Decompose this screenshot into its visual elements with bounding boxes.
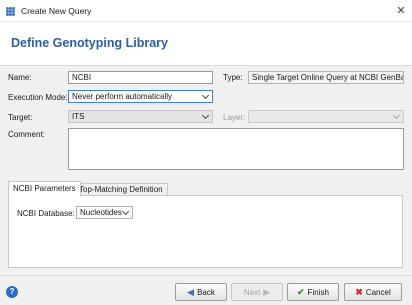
layer-select[interactable] bbox=[248, 110, 404, 123]
chevron-down-icon bbox=[121, 207, 130, 216]
comment-label: Comment: bbox=[8, 130, 45, 139]
close-icon[interactable]: ✕ bbox=[390, 0, 412, 22]
footer-divider bbox=[0, 275, 412, 276]
name-input[interactable]: NCBI bbox=[68, 71, 213, 84]
arrow-left-icon: ◀ bbox=[187, 286, 195, 297]
execution-mode-label: Execution Mode: bbox=[8, 93, 68, 102]
execution-mode-value: Never perform automatically bbox=[72, 92, 173, 101]
back-label: Back bbox=[197, 287, 215, 297]
type-field: Single Target Online Query at NCBI GenBa… bbox=[248, 71, 404, 84]
wizard-header: Define Genotyping Library bbox=[0, 22, 412, 66]
ncbi-database-label: NCBI Database: bbox=[17, 209, 75, 218]
ncbi-database-value: Nucleotides bbox=[80, 208, 122, 217]
help-icon[interactable]: ? bbox=[6, 286, 18, 298]
target-value: ITS bbox=[72, 112, 85, 121]
target-select[interactable]: ITS bbox=[68, 110, 213, 123]
tab-top-matching-definition[interactable]: Top-Matching Definition bbox=[74, 183, 168, 195]
page-title: Define Genotyping Library bbox=[11, 36, 168, 50]
cancel-button[interactable]: ✖ Cancel bbox=[344, 283, 402, 301]
target-label: Target: bbox=[8, 113, 33, 122]
checkmark-icon: ✔ bbox=[297, 286, 305, 297]
comment-textarea[interactable] bbox=[68, 128, 404, 170]
finish-button[interactable]: ✔ Finish bbox=[287, 283, 339, 301]
layer-label: Layer: bbox=[223, 113, 246, 122]
execution-mode-select[interactable]: Never perform automatically bbox=[68, 90, 213, 103]
dots-grid-icon bbox=[6, 7, 15, 16]
chevron-down-icon bbox=[392, 111, 401, 120]
name-label: Name: bbox=[8, 73, 32, 82]
window-titlebar: Create New Query ✕ bbox=[0, 0, 412, 22]
arrow-right-icon: ▶ bbox=[263, 286, 271, 297]
tab-panel: NCBI Database: Nucleotides bbox=[8, 195, 403, 268]
cancel-label: Cancel bbox=[365, 287, 391, 297]
finish-label: Finish bbox=[307, 287, 329, 297]
ncbi-database-select[interactable]: Nucleotides bbox=[76, 206, 133, 219]
chevron-down-icon bbox=[201, 91, 210, 100]
tab-ncbi-parameters[interactable]: NCBI Parameters bbox=[8, 181, 81, 196]
type-label: Type: bbox=[223, 73, 243, 82]
back-button[interactable]: ◀ Back bbox=[175, 283, 227, 301]
next-label: Next bbox=[243, 287, 261, 297]
window-title: Create New Query bbox=[21, 6, 92, 16]
next-button[interactable]: Next ▶ bbox=[231, 283, 283, 301]
chevron-down-icon bbox=[201, 111, 210, 120]
cancel-icon: ✖ bbox=[355, 286, 363, 297]
